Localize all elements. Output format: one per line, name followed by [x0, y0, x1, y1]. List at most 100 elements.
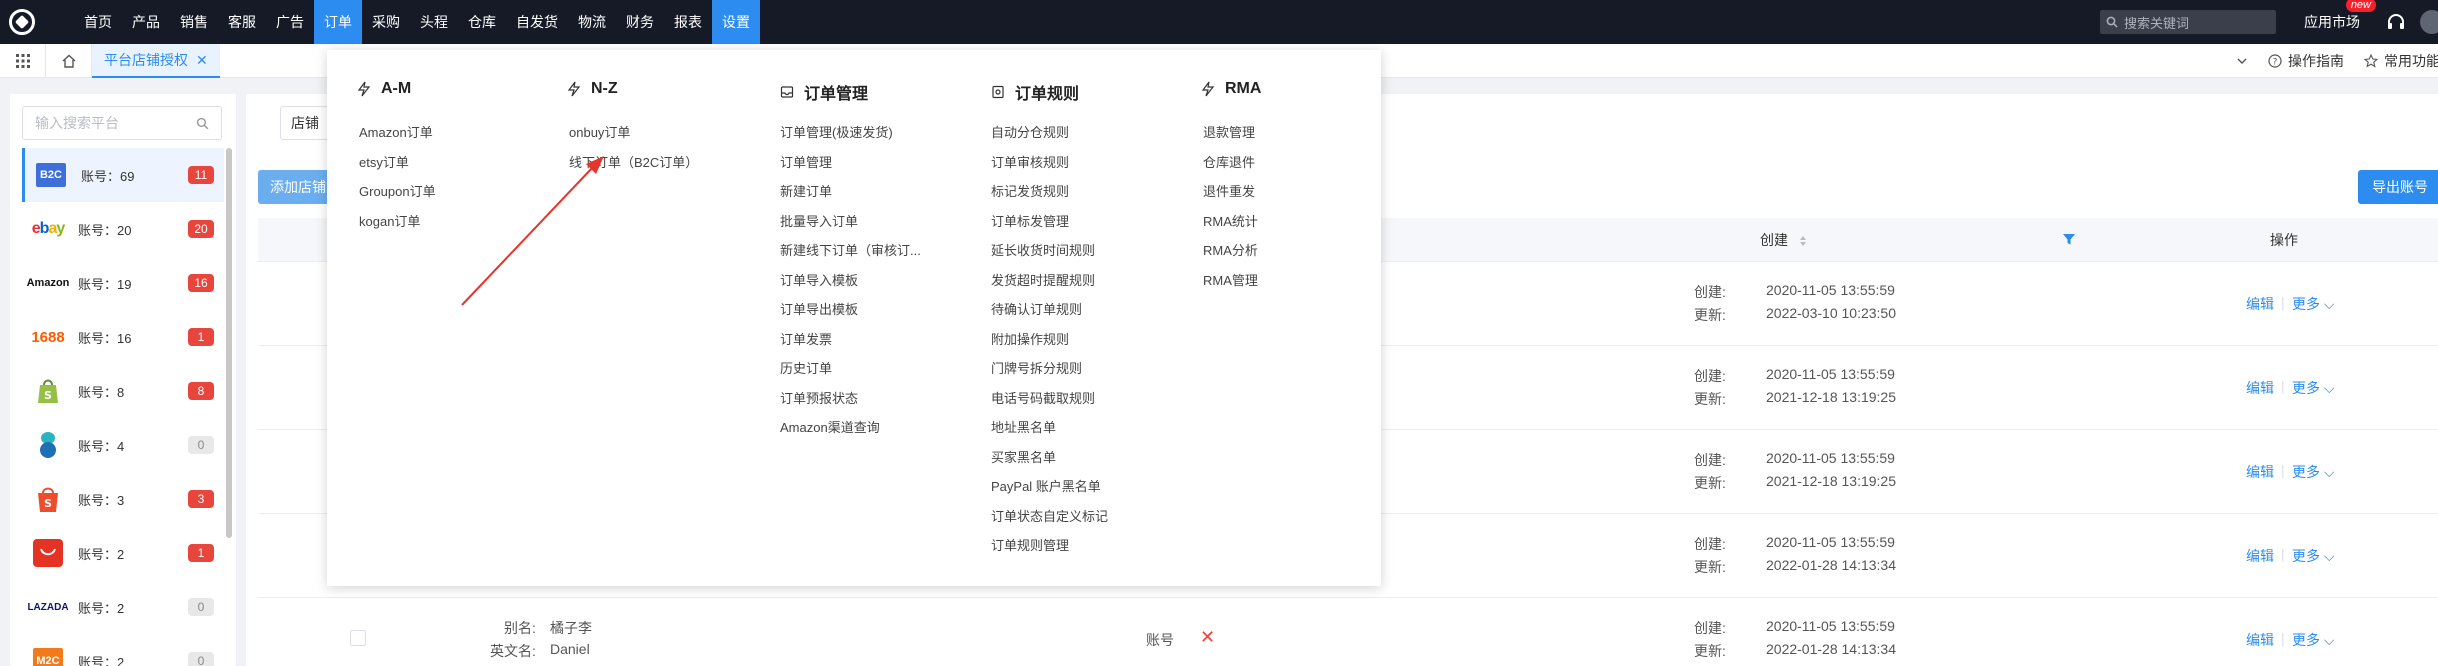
1688-logo-icon: 1688 [31, 328, 65, 346]
menu-item[interactable]: RMA管理 [1203, 266, 1258, 296]
sidebar-scrollbar[interactable] [226, 148, 232, 538]
menu-item[interactable]: 订单导入模板 [780, 266, 921, 296]
nav-orders[interactable]: 订单 [314, 0, 362, 44]
menu-item[interactable]: 订单导出模板 [780, 295, 921, 325]
edit-link[interactable]: 编辑 [2246, 630, 2274, 650]
app-logo[interactable] [0, 0, 44, 44]
platform-item-1688[interactable]: 1688 账号：16 1 [22, 310, 224, 364]
tabs-dropdown[interactable] [2236, 55, 2248, 67]
nav-settings[interactable]: 设置 [712, 0, 760, 44]
menu-item[interactable]: 待确认订单规则 [991, 295, 1108, 325]
scrollbar-thumb[interactable] [226, 148, 232, 538]
menu-item[interactable]: 门牌号拆分规则 [991, 354, 1108, 384]
nav-reports[interactable]: 报表 [664, 0, 712, 44]
nav-selfship[interactable]: 自发货 [506, 0, 568, 44]
filter-icon[interactable] [2062, 232, 2076, 246]
edit-link[interactable]: 编辑 [2246, 378, 2274, 398]
menu-item[interactable]: Groupon订单 [359, 177, 436, 207]
guide-link[interactable]: ? 操作指南 [2268, 51, 2344, 71]
nav-service[interactable]: 客服 [218, 0, 266, 44]
export-accounts-button[interactable]: 导出账号 [2358, 170, 2438, 204]
platform-item-6[interactable]: 账号：4 0 [22, 418, 224, 472]
platform-item-m2c[interactable]: M2C 账号：2 0 [22, 634, 224, 666]
nav-warehouse[interactable]: 仓库 [458, 0, 506, 44]
menu-item[interactable]: 退件重发 [1203, 177, 1258, 207]
menu-item[interactable]: etsy订单 [359, 148, 436, 178]
apps-grid-icon[interactable] [0, 43, 46, 78]
tab-platform-store-auth[interactable]: 平台店铺授权 ✕ [92, 43, 220, 78]
menu-item[interactable]: 地址黑名单 [991, 413, 1108, 443]
platform-item-amazon[interactable]: Amazon 账号：19 16 [22, 256, 224, 310]
divider: | [2281, 378, 2285, 394]
nav-home[interactable]: 首页 [74, 0, 122, 44]
close-icon[interactable]: ✕ [196, 43, 208, 77]
menu-item[interactable]: 新建订单 [780, 177, 921, 207]
menu-item[interactable]: RMA统计 [1203, 207, 1258, 237]
menu-item[interactable]: 延长收货时间规则 [991, 236, 1108, 266]
nav-firstleg[interactable]: 头程 [410, 0, 458, 44]
menu-item[interactable]: 标记发货规则 [991, 177, 1108, 207]
menu-item[interactable]: 订单发票 [780, 325, 921, 355]
menu-item[interactable]: 电话号码截取规则 [991, 384, 1108, 414]
menu-item[interactable]: onbuy订单 [569, 118, 698, 148]
common-functions-link[interactable]: 常用功能 [2364, 51, 2438, 71]
edit-link[interactable]: 编辑 [2246, 462, 2274, 482]
more-dropdown[interactable]: 更多 ⌵ [2292, 546, 2335, 566]
more-dropdown[interactable]: 更多 ⌵ [2292, 462, 2335, 482]
row-checkbox[interactable] [350, 630, 366, 646]
sort-icon[interactable] [1798, 234, 1808, 248]
nav-finance[interactable]: 财务 [616, 0, 664, 44]
menu-item[interactable]: 订单管理 [780, 148, 921, 178]
menu-item[interactable]: 订单审核规则 [991, 148, 1108, 178]
add-store-button[interactable]: 添加店铺 [258, 170, 338, 204]
platform-item-aliexpress[interactable]: 账号：2 1 [22, 526, 224, 580]
platform-item-shopify[interactable]: S 账号：8 8 [22, 364, 224, 418]
menu-item[interactable]: PayPal 账户黑名单 [991, 472, 1108, 502]
menu-item[interactable]: Amazon订单 [359, 118, 436, 148]
home-icon[interactable] [46, 43, 92, 78]
menu-item[interactable]: kogan订单 [359, 207, 436, 237]
platform-search-input[interactable]: 输入搜索平台 [22, 106, 222, 140]
edit-link[interactable]: 编辑 [2246, 294, 2274, 314]
headset-icon[interactable] [2386, 12, 2406, 32]
menu-item-offline-order[interactable]: 线下订单（B2C订单） [569, 148, 698, 178]
new-badge: new [2345, 0, 2376, 12]
platform-item-ebay[interactable]: ebay 账号：20 20 [22, 202, 224, 256]
menu-item[interactable]: 订单管理(极速发货) [780, 118, 921, 148]
more-dropdown[interactable]: 更多 ⌵ [2292, 378, 2335, 398]
menu-item[interactable]: 批量导入订单 [780, 207, 921, 237]
global-search-input[interactable]: 搜索关键词 [2100, 10, 2276, 34]
menu-item[interactable]: 自动分仓规则 [991, 118, 1108, 148]
platform-item-b2c[interactable]: B2C 账号：69 11 [22, 148, 224, 202]
menu-item[interactable]: 买家黑名单 [991, 443, 1108, 473]
more-dropdown[interactable]: 更多 ⌵ [2292, 294, 2335, 314]
menu-item[interactable]: 订单标发管理 [991, 207, 1108, 237]
menu-item[interactable]: 新建线下订单（审核订... [780, 236, 921, 266]
menu-item[interactable]: 订单规则管理 [991, 531, 1108, 561]
menu-item[interactable]: 发货超时提醒规则 [991, 266, 1108, 296]
menu-item[interactable]: 仓库退件 [1203, 148, 1258, 178]
menu-item[interactable]: 历史订单 [780, 354, 921, 384]
nav-logistics[interactable]: 物流 [568, 0, 616, 44]
platform-item-lazada[interactable]: LAZADA 账号：2 0 [22, 580, 224, 634]
edit-link[interactable]: 编辑 [2246, 546, 2274, 566]
platform-search-placeholder: 输入搜索平台 [35, 115, 119, 131]
menu-item[interactable]: 订单状态自定义标记 [991, 502, 1108, 532]
nav-sales[interactable]: 销售 [170, 0, 218, 44]
platform-badge: 11 [188, 166, 214, 184]
menu-item[interactable]: Amazon渠道查询 [780, 413, 921, 443]
app-market-link[interactable]: 应用市场 new [2304, 0, 2376, 32]
nav-product[interactable]: 产品 [122, 0, 170, 44]
platform-item-shopee[interactable]: S 账号：3 3 [22, 472, 224, 526]
nav-ads[interactable]: 广告 [266, 0, 314, 44]
nav-purchase[interactable]: 采购 [362, 0, 410, 44]
col-created-header[interactable]: 创建 [1760, 218, 1808, 262]
menu-item[interactable]: RMA分析 [1203, 236, 1258, 266]
menu-item[interactable]: 订单预报状态 [780, 384, 921, 414]
more-dropdown[interactable]: 更多 ⌵ [2292, 630, 2335, 650]
menu-item[interactable]: 退款管理 [1203, 118, 1258, 148]
svg-text:S: S [44, 389, 52, 402]
inbox-icon [780, 86, 794, 98]
menu-item[interactable]: 附加操作规则 [991, 325, 1108, 355]
user-avatar[interactable] [2420, 10, 2438, 34]
